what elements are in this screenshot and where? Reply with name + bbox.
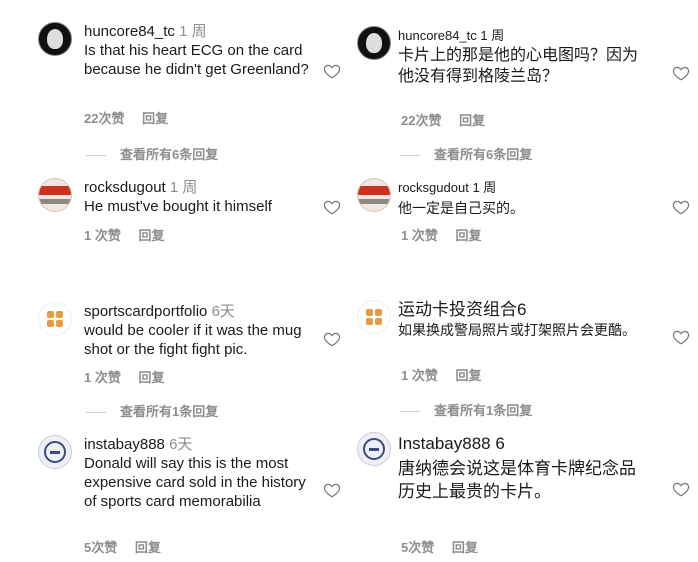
comment-time: 1 周	[472, 180, 497, 195]
reply-button[interactable]: 回复	[138, 228, 164, 243]
like-count[interactable]: 1 次赞	[401, 228, 438, 243]
reply-button[interactable]: 回复	[138, 370, 164, 385]
heart-outline-icon[interactable]	[672, 480, 690, 498]
like-count[interactable]: 1 次赞	[84, 370, 121, 385]
comment-time: 6天	[169, 436, 193, 453]
comment-username[interactable]: rocksdugout	[84, 179, 166, 196]
comment-time: 1 周	[179, 23, 207, 40]
reply-button[interactable]: 回复	[142, 111, 168, 126]
heart-outline-icon[interactable]	[323, 198, 341, 216]
comment-username[interactable]: rocksgudout	[398, 180, 469, 195]
comments-column-chinese: huncore84_tc 1 周 卡片上的那是他的心电图吗？因为他没有得到格陵兰…	[349, 0, 698, 562]
heart-outline-icon[interactable]	[672, 198, 690, 216]
heart-outline-icon[interactable]	[323, 330, 341, 348]
avatar[interactable]	[357, 432, 391, 466]
like-count[interactable]: 1 次赞	[84, 228, 121, 243]
view-replies-link[interactable]: 查看所有1条回复	[400, 400, 532, 419]
view-replies-link[interactable]: 查看所有6条回复	[400, 144, 532, 163]
like-count[interactable]: 5次赞	[84, 540, 117, 555]
heart-outline-icon[interactable]	[323, 481, 341, 499]
comment-text: Donald will say this is the most expensi…	[84, 455, 306, 510]
comment-text: Is that his heart ECG on the card becaus…	[84, 42, 309, 78]
avatar[interactable]	[38, 178, 72, 212]
comment-text: 卡片上的那是他的心电图吗？因为他没有得到格陵兰岛？	[398, 47, 639, 85]
comment-username[interactable]: 运动卡投资组合6	[398, 300, 526, 319]
avatar[interactable]	[357, 26, 391, 60]
comment-text: would be cooler if it was the mug shot o…	[84, 322, 302, 358]
divider	[86, 412, 106, 414]
divider	[400, 155, 420, 157]
comment-text: 如果换成警局照片或打架照片会更酷。	[398, 322, 636, 338]
reply-button[interactable]: 回复	[452, 540, 478, 555]
heart-outline-icon[interactable]	[323, 62, 341, 80]
divider	[400, 411, 420, 413]
avatar[interactable]	[38, 302, 72, 336]
comment-username[interactable]: sportscardportfolio	[84, 303, 207, 320]
divider	[86, 155, 106, 157]
heart-outline-icon[interactable]	[672, 64, 690, 82]
comment-username[interactable]: instabay888	[84, 436, 165, 453]
comment-text: 唐纳德会说这是体育卡牌纪念品历史上最贵的卡片。	[398, 459, 636, 501]
comments-column-english: huncore84_tc 1 周 Is that his heart ECG o…	[0, 0, 349, 562]
reply-button[interactable]: 回复	[455, 368, 481, 383]
view-replies-link[interactable]: 查看所有1条回复	[86, 401, 218, 420]
heart-outline-icon[interactable]	[672, 328, 690, 346]
comment-time: 6天	[211, 303, 235, 320]
reply-button[interactable]: 回复	[135, 540, 161, 555]
comment-username[interactable]: Instabay888 6	[398, 434, 505, 453]
view-replies-link[interactable]: 查看所有6条回复	[86, 144, 218, 163]
reply-button[interactable]: 回复	[459, 113, 485, 128]
comment-username[interactable]: huncore84_tc	[398, 28, 477, 43]
avatar[interactable]	[357, 300, 391, 334]
comment-text: He must've bought it himself	[84, 198, 272, 215]
reply-button[interactable]: 回复	[455, 228, 481, 243]
like-count[interactable]: 5次赞	[401, 540, 434, 555]
comment-username[interactable]: huncore84_tc	[84, 23, 175, 40]
like-count[interactable]: 1 次赞	[401, 368, 438, 383]
like-count[interactable]: 22次赞	[401, 113, 441, 128]
avatar[interactable]	[357, 178, 391, 212]
avatar[interactable]	[38, 435, 72, 469]
avatar[interactable]	[38, 22, 72, 56]
comment-text: 他一定是自己买的。	[398, 200, 524, 216]
like-count[interactable]: 22次赞	[84, 111, 124, 126]
comment-time: 1 周	[169, 179, 198, 196]
comment-time: 1 周	[480, 28, 505, 43]
